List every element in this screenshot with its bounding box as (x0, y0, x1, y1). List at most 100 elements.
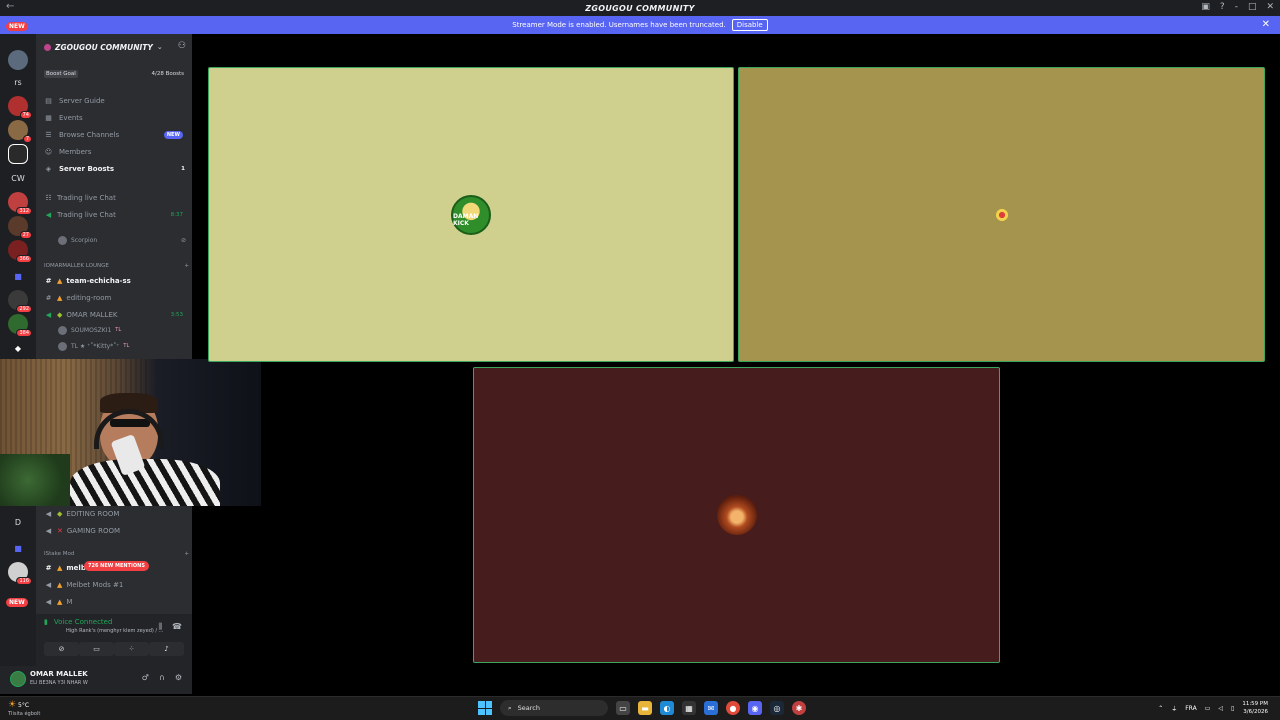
server-icon-selected[interactable] (8, 144, 28, 164)
app-icon[interactable]: ✱ (792, 701, 806, 715)
title-bar: ← ZGOUGOU COMMUNITY ▣ ? - □ ✕ (0, 0, 1280, 16)
notification-badge: 384 (16, 329, 32, 337)
lock-icon: ▲ (57, 598, 63, 606)
store-icon[interactable]: ▦ (682, 701, 696, 715)
server-icon[interactable]: D (8, 512, 28, 532)
new-mentions-pill[interactable]: 726 NEW MENTIONS (84, 561, 149, 571)
chevron-down-icon: ⌄ (156, 43, 163, 51)
diamond-server-icon[interactable]: ◆ (8, 338, 28, 358)
nav-server-guide[interactable]: ▤ Server Guide (44, 94, 189, 108)
server-icon[interactable]: 7 (8, 120, 32, 143)
voice-user[interactable]: SOUMOSZKI1 TL (58, 324, 188, 336)
noise-suppression-icon[interactable]: ⫼ (158, 622, 162, 632)
activities-button[interactable]: ⁘ (114, 642, 149, 656)
add-user-icon[interactable]: ⚇ (178, 41, 186, 51)
server-icon[interactable]: 292 (8, 290, 32, 313)
voice-channel-gaming-room[interactable]: ◀ ✕ GAMING ROOM (44, 524, 189, 538)
settings-gear-icon[interactable]: ⚙ (175, 673, 182, 682)
server-icon[interactable]: 384 (8, 314, 32, 337)
boost-goal-bar[interactable]: Boost Goal 4/28 Boosts (44, 68, 184, 79)
task-view-icon[interactable]: ▭ (616, 701, 630, 715)
battery-icon[interactable]: ▯ (1231, 705, 1234, 712)
clock[interactable]: 11:59 PM 3/6/2026 (1242, 700, 1268, 716)
nav-browse-channels[interactable]: ☰ Browse Channels NEW (44, 128, 189, 142)
add-channel-icon[interactable]: + (184, 263, 189, 269)
voice-actions: ⊘ ▭ ⁘ ♪ (44, 642, 184, 656)
window-title: ZGOUGOU COMMUNITY (585, 3, 695, 13)
video-tile-2[interactable] (738, 67, 1265, 362)
channel-team-echicha-ss[interactable]: # ▲ team-echicha-ss (44, 274, 189, 288)
minimize-button[interactable]: - (1235, 2, 1238, 12)
speaker-icon: ◀ (45, 527, 52, 535)
file-explorer-icon[interactable]: ▬ (638, 701, 652, 715)
disconnect-icon[interactable]: ☎ (172, 622, 182, 632)
weather-icon: ☀ (8, 700, 17, 710)
screen: ← ZGOUGOU COMMUNITY ▣ ? - □ ✕ Streamer M… (0, 0, 1280, 720)
headphones-icon[interactable]: ∩ (159, 673, 165, 682)
hash-icon: # (45, 277, 52, 285)
chevron-up-icon[interactable]: ⌃ (1158, 705, 1163, 712)
voice-channel-editing-room[interactable]: ◀ ◆ EDITING ROOM (44, 507, 189, 521)
members-icon: ☺ (44, 148, 53, 156)
windows-start-icon[interactable] (478, 701, 492, 715)
folder-icon[interactable]: ■ (8, 266, 28, 286)
server-icon[interactable] (8, 50, 28, 70)
soundboard-button[interactable]: ♪ (149, 642, 184, 656)
volume-icon[interactable]: ◁ (1218, 705, 1223, 712)
outlook-icon[interactable]: ✉ (704, 701, 718, 715)
close-banner-icon[interactable]: ✕ (1262, 19, 1270, 30)
nav-members[interactable]: ☺ Members (44, 145, 189, 159)
camera-off-button[interactable]: ⊘ (44, 642, 79, 656)
maximize-button[interactable]: □ (1248, 2, 1257, 12)
notification-badge: 292 (16, 305, 32, 313)
screen-share-button[interactable]: ▭ (79, 642, 114, 656)
category-header[interactable]: IStake Mod + (44, 549, 189, 559)
mic-tray-icon[interactable]: ⏚ (1171, 704, 1177, 713)
participant-avatar: DAMAN KICK (451, 194, 491, 235)
shield-icon: ◆ (57, 510, 63, 518)
nav-server-boosts[interactable]: ◈ Server Boosts 1 (44, 162, 189, 176)
voice-user[interactable]: TL ★ ⁺˚*Kitty*˚⁺ TL (58, 340, 188, 352)
video-tile-3[interactable] (473, 367, 1000, 663)
edge-icon[interactable]: ◐ (660, 701, 674, 715)
back-arrow-icon[interactable]: ← (6, 1, 14, 12)
voice-channel-trading-live-chat[interactable]: ◀ Trading live Chat 8:37 (44, 208, 189, 222)
channel-trading-live-chat[interactable]: ☷ Trading live Chat (44, 191, 189, 205)
server-icon[interactable]: CW (8, 168, 28, 188)
nav-events[interactable]: ▦ Events (44, 111, 189, 125)
disable-button[interactable]: Disable (731, 19, 768, 31)
inbox-icon[interactable]: ▣ (1201, 2, 1210, 12)
server-icon[interactable]: rs (8, 72, 28, 92)
language-indicator[interactable]: FRA (1185, 705, 1196, 712)
user-avatar[interactable] (10, 671, 26, 687)
server-icon[interactable]: 366 (8, 240, 32, 263)
chrome-icon[interactable]: ● (726, 701, 740, 715)
microphone-icon[interactable]: ♂ (142, 673, 149, 682)
help-icon[interactable]: ? (1220, 2, 1225, 12)
folder-icon[interactable]: ■ (8, 538, 28, 558)
server-icon[interactable]: 116 (8, 562, 32, 585)
network-icon[interactable]: ▭ (1205, 705, 1211, 712)
voice-channel-melbet-mods-1[interactable]: ◀ ▲ Melbet Mods #1 (44, 578, 189, 592)
category-header[interactable]: IOMARMALLEK LOUNGE + (44, 261, 189, 271)
close-button[interactable]: ✕ (1266, 2, 1274, 12)
add-channel-icon[interactable]: + (184, 551, 189, 557)
voice-user[interactable]: Scorpion ⊘ (58, 234, 188, 246)
voice-channel-m[interactable]: ◀ ▲ M (44, 595, 189, 609)
boost-icon: ◈ (45, 165, 52, 173)
steam-icon[interactable]: ◎ (770, 701, 784, 715)
voice-controls: ⫼ ☎ (158, 622, 182, 632)
new-badge-bottom: NEW (6, 598, 28, 607)
voice-channel-omar-mallek[interactable]: ◀ ◆ OMAR MALLEK 3:53 (44, 308, 189, 322)
voice-status[interactable]: ▮ Voice Connected (44, 618, 112, 626)
server-icon[interactable]: 312 (8, 192, 32, 215)
server-icon[interactable]: 74 (8, 96, 32, 119)
taskbar-search[interactable]: ⌕ Search (500, 700, 608, 716)
server-icon[interactable]: 27 (8, 216, 32, 239)
weather-widget[interactable]: ☀ 5°C Tlisita égbolt (8, 700, 40, 717)
channel-editing-room[interactable]: # ▲ editing-room (44, 291, 189, 305)
server-header[interactable]: ZGOUGOU COMMUNITY ⌄ ⚇ (36, 34, 192, 60)
video-tile-1[interactable]: DAMAN KICK (208, 67, 734, 362)
discord-icon[interactable]: ◉ (748, 701, 762, 715)
notification-badge: 7 (22, 135, 32, 143)
